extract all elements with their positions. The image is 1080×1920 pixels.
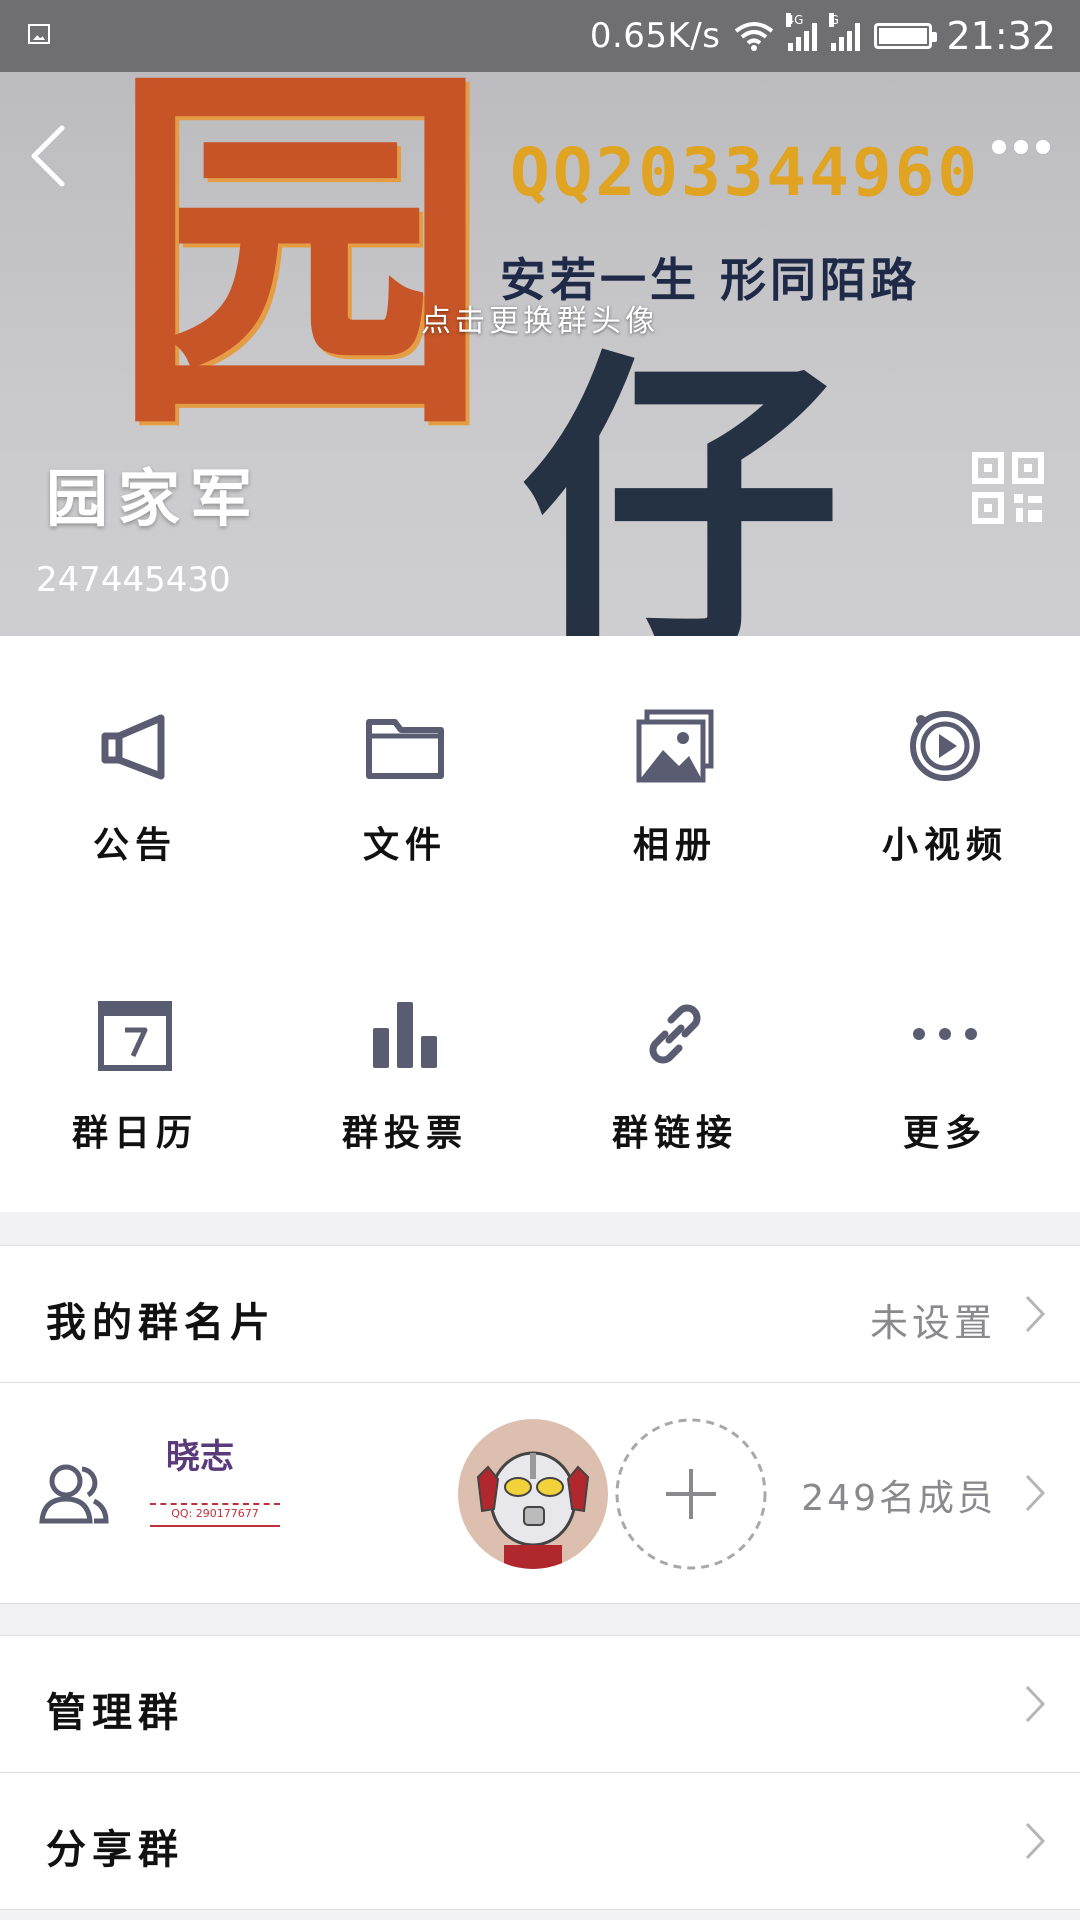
- feature-label: 群链接: [611, 1113, 738, 1154]
- feature-label: 小视频: [881, 825, 1008, 866]
- my-group-card-value: 未设置: [869, 1301, 996, 1345]
- feature-files[interactable]: 文件: [270, 636, 540, 924]
- megaphone-icon: [101, 714, 165, 780]
- wifi-icon: [735, 22, 774, 51]
- share-group-row[interactable]: 分享群: [0, 1772, 1080, 1910]
- members-row[interactable]: 晓志 QQ: 290177677 249名成员: [0, 1382, 1080, 1604]
- calendar-icon: [98, 1001, 172, 1071]
- header-art-char-bottom: 仔: [520, 324, 840, 637]
- header-art-char-top: 园: [110, 72, 490, 475]
- manage-group-title: 管理群: [46, 1690, 184, 1736]
- feature-grid: 公告 文件 相册 小视频 群日历 群投票 群链接 更多: [0, 636, 1080, 1212]
- folder-icon: [366, 719, 444, 779]
- clock: 21:32: [946, 14, 1056, 58]
- ultraman-avatar-icon: [476, 1451, 590, 1569]
- member-avatar-1-divider-2: [150, 1525, 280, 1527]
- feature-link[interactable]: 群链接: [540, 924, 810, 1212]
- my-group-card-row[interactable]: 我的群名片 未设置: [0, 1245, 1080, 1383]
- battery-icon: [874, 23, 938, 49]
- chevron-right-icon: [1025, 1295, 1046, 1333]
- group-name: 园家军: [46, 462, 263, 535]
- change-avatar-hint[interactable]: 点击更换群头像: [0, 296, 1080, 340]
- feature-label: 公告: [92, 825, 177, 866]
- header-art-qq: QQ203344960: [510, 134, 981, 211]
- group-id: 247445430: [36, 560, 231, 600]
- album-icon: [636, 709, 714, 783]
- feature-label: 群投票: [341, 1113, 468, 1154]
- more-options-icon[interactable]: [992, 140, 1050, 154]
- share-group-title: 分享群: [46, 1827, 184, 1873]
- feature-label: 群日历: [71, 1113, 198, 1154]
- manage-group-row[interactable]: 管理群: [0, 1635, 1080, 1773]
- feature-album[interactable]: 相册: [540, 636, 810, 924]
- my-group-card-title: 我的群名片: [46, 1300, 276, 1346]
- feature-announcement[interactable]: 公告: [0, 636, 270, 924]
- back-arrow-icon[interactable]: [24, 116, 84, 196]
- chevron-right-icon: [1025, 1685, 1046, 1723]
- member-avatar-1-divider: [150, 1503, 280, 1505]
- feature-calendar[interactable]: 群日历: [0, 924, 270, 1212]
- status-bar: 0.65K/s 4G G 21:32: [0, 0, 1080, 72]
- feature-vote[interactable]: 群投票: [270, 924, 540, 1212]
- chevron-right-icon: [1025, 1474, 1046, 1512]
- member-count: 249名成员: [801, 1478, 996, 1519]
- member-avatar-1-text: 晓志: [166, 1437, 234, 1477]
- chevron-right-icon: [1025, 1822, 1046, 1860]
- feature-label: 相册: [632, 825, 717, 866]
- network-speed: 0.65K/s: [589, 16, 721, 56]
- signal-g-icon: G: [829, 13, 861, 51]
- link-icon: [649, 1004, 701, 1064]
- qr-code-icon[interactable]: [972, 452, 1044, 524]
- group-header[interactable]: 园 仔 QQ203344960 安若一生 形同陌路 点击更换群头像 园家军 24…: [0, 72, 1080, 636]
- feature-label: 文件: [362, 825, 447, 866]
- signal-4g-icon: 4G: [786, 13, 818, 51]
- gallery-notification-icon: [28, 24, 50, 44]
- vote-icon: [373, 1002, 437, 1068]
- members-icon: [39, 1464, 109, 1524]
- feature-more[interactable]: 更多: [810, 924, 1080, 1212]
- member-avatar-1-sub: QQ: 290177677: [171, 1507, 259, 1520]
- add-member-button[interactable]: [614, 1417, 768, 1571]
- member-avatar-1[interactable]: 晓志 QQ: 290177677: [140, 1419, 290, 1569]
- more-icon: [913, 1028, 977, 1040]
- member-avatar-2[interactable]: [458, 1419, 608, 1569]
- feature-label: 更多: [902, 1113, 987, 1154]
- feature-short-video[interactable]: 小视频: [810, 636, 1080, 924]
- video-icon: [910, 711, 980, 781]
